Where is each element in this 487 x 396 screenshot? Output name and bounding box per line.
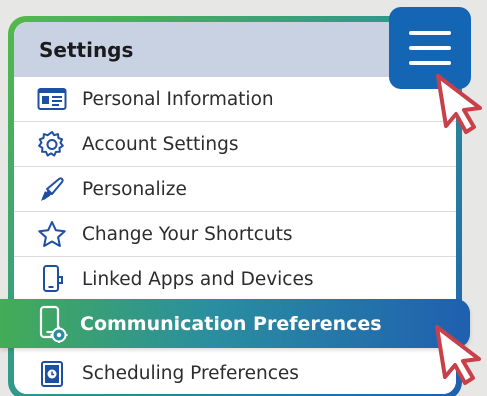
schedule-icon — [36, 358, 68, 390]
menu-item-label: Account Settings — [82, 133, 239, 155]
menu-item-label: Personalize — [82, 178, 187, 200]
phone-gear-icon — [36, 305, 68, 343]
menu-item-label: Linked Apps and Devices — [82, 268, 314, 290]
hamburger-menu-icon — [409, 61, 451, 65]
menu-item-linked-apps[interactable]: Linked Apps and Devices — [14, 257, 456, 302]
menu-item-personal-information[interactable]: Personal Information — [14, 77, 456, 122]
menu-item-label: Scheduling Preferences — [82, 363, 299, 384]
menu-item-change-shortcuts[interactable]: Change Your Shortcuts — [14, 212, 456, 257]
star-icon — [36, 218, 68, 250]
settings-title: Settings — [39, 37, 134, 62]
menu-item-label: Personal Information — [82, 88, 274, 110]
menu-item-communication-preferences[interactable]: Communication Preferences — [0, 299, 470, 348]
menu-item-account-settings[interactable]: Account Settings — [14, 122, 456, 167]
menu-item-scheduling-preferences[interactable]: Scheduling Preferences — [14, 351, 456, 394]
cursor-pointer-icon — [436, 74, 482, 134]
phone-icon — [36, 263, 68, 295]
hamburger-menu-icon — [409, 46, 451, 50]
menu-item-label: Change Your Shortcuts — [82, 223, 293, 245]
hamburger-menu-icon — [409, 31, 451, 35]
cursor-pointer-icon — [435, 325, 481, 385]
paintbrush-icon — [36, 173, 68, 205]
id-card-icon — [36, 83, 68, 115]
menu-item-label: Communication Preferences — [80, 312, 382, 335]
gear-icon — [36, 128, 68, 160]
menu-item-personalize[interactable]: Personalize — [14, 167, 456, 212]
